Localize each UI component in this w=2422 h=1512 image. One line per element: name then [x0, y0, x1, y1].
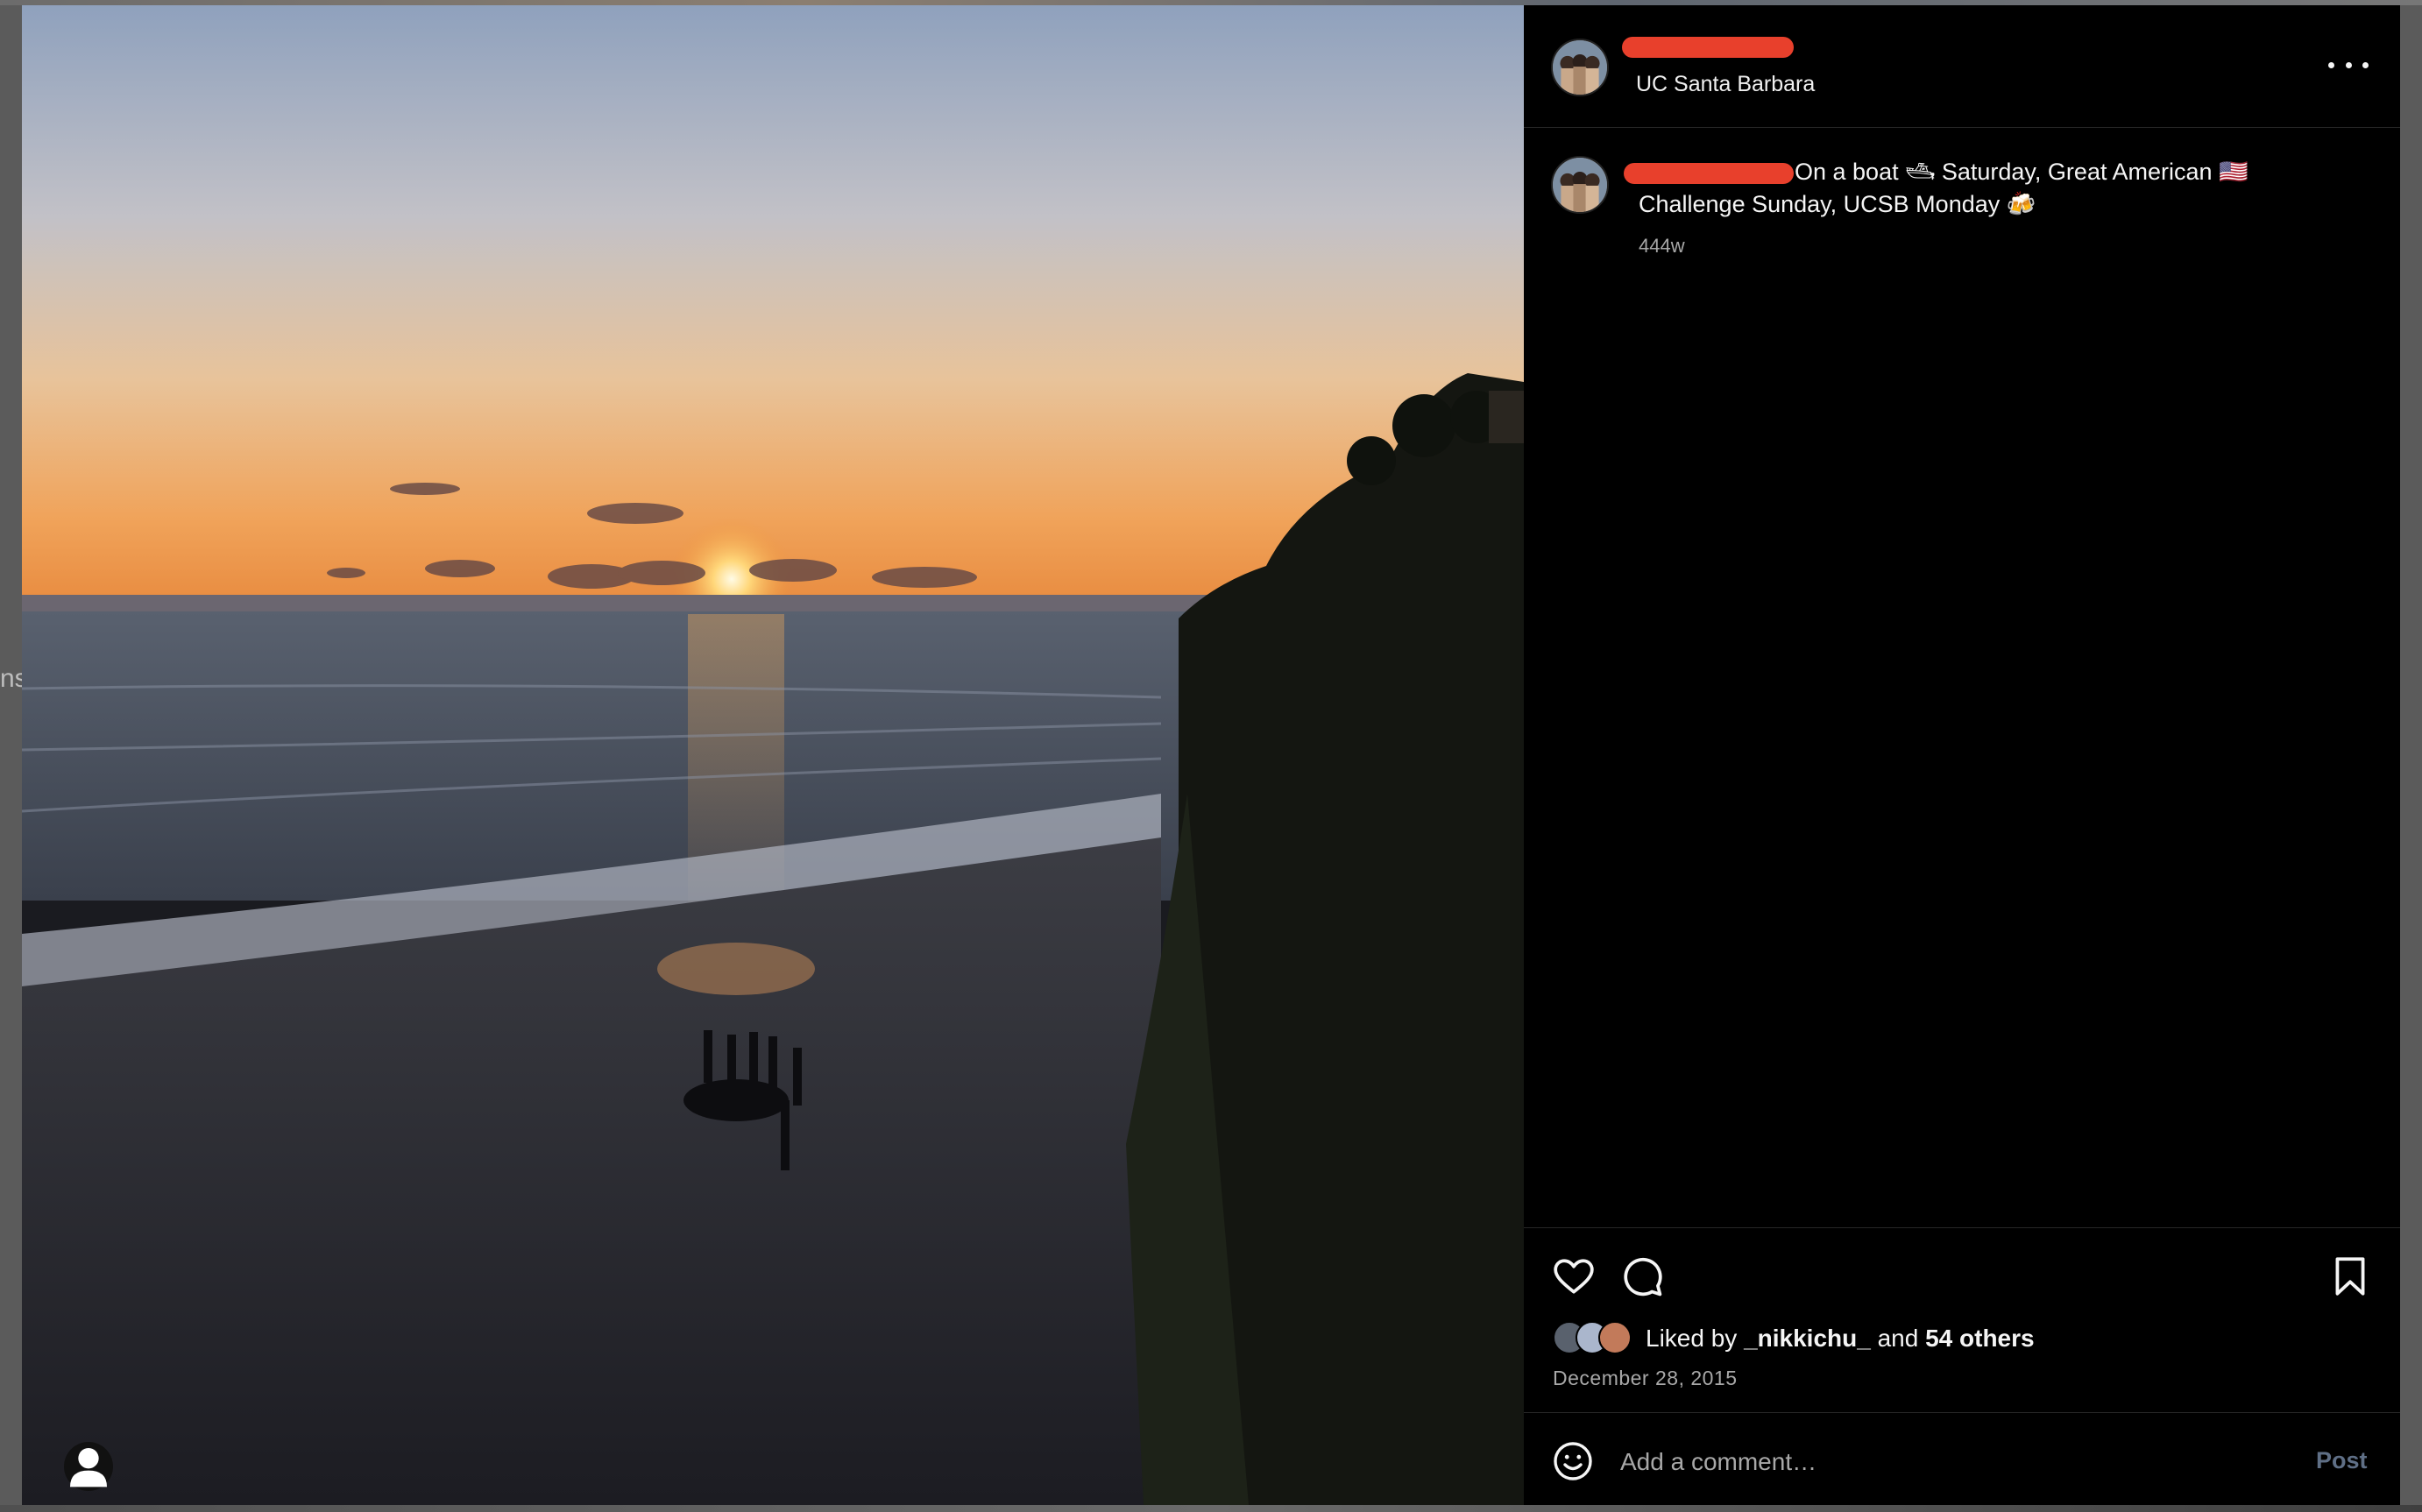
likes-joiner: and — [1877, 1325, 1919, 1352]
likes-text: Liked by _nikkichu_ and 54 others — [1646, 1325, 2035, 1353]
post-header: UC Santa Barbara — [1524, 5, 2400, 128]
comment-button[interactable] — [1620, 1254, 1664, 1298]
emoji-picker-button[interactable] — [1552, 1440, 1594, 1482]
post-photo[interactable] — [22, 5, 1524, 1505]
divider — [1524, 1412, 2400, 1413]
heart-icon — [1554, 1259, 1594, 1294]
more-horizontal-icon-dot — [2345, 61, 2352, 68]
person-icon — [70, 1448, 107, 1487]
post-info-panel: UC Santa Barbara On a boat 🛥 Saturday, G… — [1524, 5, 2400, 1505]
author-avatar-image — [1553, 40, 1607, 95]
more-horizontal-icon-dot — [2362, 61, 2369, 68]
likes-others-link[interactable]: 54 others — [1925, 1325, 2035, 1352]
instagram-post-modal: ns UC Santa Barbara On a boat 🛥 Saturday… — [0, 0, 2422, 1512]
likes-summary[interactable]: Liked by _nikkichu_ and 54 others — [1553, 1321, 2341, 1356]
caption-line-2: Challenge Sunday, UCSB Monday 🍻 — [1639, 191, 2036, 217]
redacted-username — [1622, 37, 1794, 58]
author-avatar[interactable] — [1551, 39, 1609, 96]
liker-username-link[interactable]: _nikkichu_ — [1744, 1325, 1871, 1352]
comment-input[interactable] — [1620, 1442, 2234, 1482]
comment-bubble-icon — [1624, 1257, 1662, 1297]
post-location-link[interactable]: UC Santa Barbara — [1636, 72, 1815, 97]
caption-author-avatar-image — [1553, 158, 1607, 212]
like-button[interactable] — [1552, 1254, 1596, 1298]
post-caption: On a boat 🛥 Saturday, Great American 🇺🇸 … — [1639, 156, 2340, 221]
sunset-beach-photo — [22, 5, 1524, 1505]
caption-timestamp[interactable]: 444w — [1639, 235, 1685, 258]
post-comment-button[interactable]: Post — [2316, 1447, 2368, 1474]
more-options-button[interactable] — [2328, 53, 2369, 77]
caption-author-avatar[interactable] — [1551, 156, 1609, 214]
liker-avatar — [1598, 1321, 1632, 1354]
bookmark-icon — [2335, 1257, 2365, 1296]
post-date[interactable]: December 28, 2015 — [1553, 1367, 1738, 1390]
background-page-strip-bottom — [0, 1505, 2422, 1512]
photo-tag-profile-button[interactable] — [64, 1442, 113, 1491]
save-button[interactable] — [2328, 1254, 2372, 1298]
likes-prefix: Liked by — [1646, 1325, 1738, 1352]
caption-line-1: On a boat 🛥 Saturday, Great American 🇺🇸 — [1795, 159, 2248, 185]
emoji-smile-icon — [1554, 1442, 1592, 1480]
more-horizontal-icon — [2328, 61, 2334, 68]
divider — [1524, 1227, 2400, 1228]
